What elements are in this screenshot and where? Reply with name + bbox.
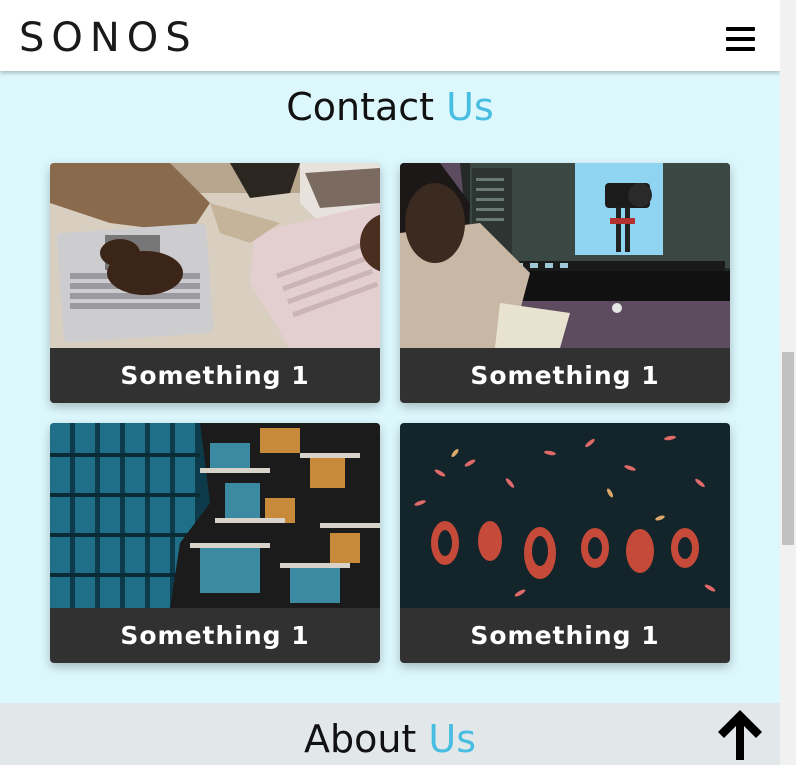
about-title: About Us <box>0 717 780 761</box>
contact-card[interactable]: Something 1 <box>50 423 380 663</box>
scroll-to-top-button[interactable] <box>712 706 768 760</box>
contact-title-main: Contact <box>286 85 435 129</box>
contact-section: Contact Us Something 1 Something 1 Somet… <box>0 71 780 703</box>
site-header: SONOS <box>0 0 780 71</box>
contact-card[interactable]: Something 1 <box>400 163 730 403</box>
building-photo <box>50 423 380 608</box>
camera-monitor-photo <box>400 163 730 348</box>
about-title-main: About <box>303 717 417 761</box>
contact-title: Contact Us <box>0 85 780 129</box>
contact-title-accent: Us <box>446 85 494 129</box>
about-title-accent: Us <box>428 717 477 761</box>
contact-card[interactable]: Something 1 <box>50 163 380 403</box>
card-caption: Something 1 <box>400 348 730 403</box>
laptops-photo <box>50 163 380 348</box>
sonos-logo[interactable]: SONOS <box>19 14 198 62</box>
hamburger-menu-button[interactable] <box>726 27 756 53</box>
card-caption: Something 1 <box>400 608 730 663</box>
arrow-up-icon <box>718 710 762 760</box>
hamburger-line <box>726 47 755 51</box>
card-caption: Something 1 <box>50 608 380 663</box>
page-scrollbar[interactable] <box>780 0 796 765</box>
about-section: About Us <box>0 703 780 765</box>
contact-card[interactable]: Something 1 <box>400 423 730 663</box>
card-caption: Something 1 <box>50 348 380 403</box>
hamburger-line <box>726 27 755 31</box>
scrollbar-thumb[interactable] <box>782 352 794 545</box>
page-viewport: SONOS Contact Us Something 1 Something 1… <box>0 0 780 765</box>
hamburger-line <box>726 37 755 41</box>
organic-leaves-photo <box>400 423 730 608</box>
